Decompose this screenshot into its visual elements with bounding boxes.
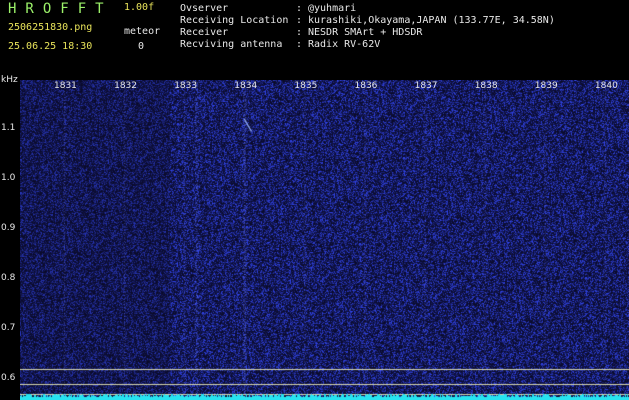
info-sep: : [296,39,303,50]
meteor-label: meteor [124,26,161,37]
info-label-antenna: Recviving antenna [180,39,283,50]
file-name: 2506251830.png [8,22,93,33]
info-sep: : [296,3,303,14]
info-label-receiver: Receiver [180,27,229,38]
x-tick-label: 1832 [114,81,137,91]
x-tick-label: 1838 [474,81,498,91]
spectrogram-canvas [20,80,629,400]
info-value-antenna: Radix RV-62V [308,39,381,50]
info-label-location: Receiving Location [180,15,289,26]
version-label: 1.00f [124,2,155,13]
x-tick-label: 1835 [294,81,318,91]
y-tick-label: 1.0 [1,173,16,183]
x-tick-label: 1837 [414,81,438,91]
y-tick-label: 0.9 [1,223,16,233]
x-tick-label: 1836 [354,81,378,91]
y-tick-label: 0.8 [1,273,16,283]
x-tick-label: 1833 [174,81,198,91]
x-tick-label: 1834 [234,81,258,91]
datetime-label: 25.06.25 18:30 [8,41,93,52]
x-tick-label: 1839 [534,81,558,91]
y-unit-label: kHz [1,75,18,85]
meteor-count: 0 [138,41,145,52]
app-name: HROFFT [8,1,113,17]
info-sep: : [296,27,303,38]
y-tick-label: 1.1 [1,123,16,133]
y-tick-label: 0.7 [1,323,16,333]
info-value-location: kurashiki,Okayama,JAPAN (133.77E, 34.58N… [308,15,555,26]
info-label-observer: Ovserver [180,3,229,14]
x-tick-label: 1831 [54,81,77,91]
info-value-receiver: NESDR SMArt + HDSDR [308,27,423,38]
info-sep: : [296,15,303,26]
info-value-observer: @yuhmari [308,3,357,14]
spectrogram [20,80,629,400]
x-tick-label: 1840 [594,81,618,91]
header: HROFFT 1.00f 2506251830.png 25.06.25 18:… [0,0,629,74]
y-tick-label: 0.6 [1,373,16,383]
